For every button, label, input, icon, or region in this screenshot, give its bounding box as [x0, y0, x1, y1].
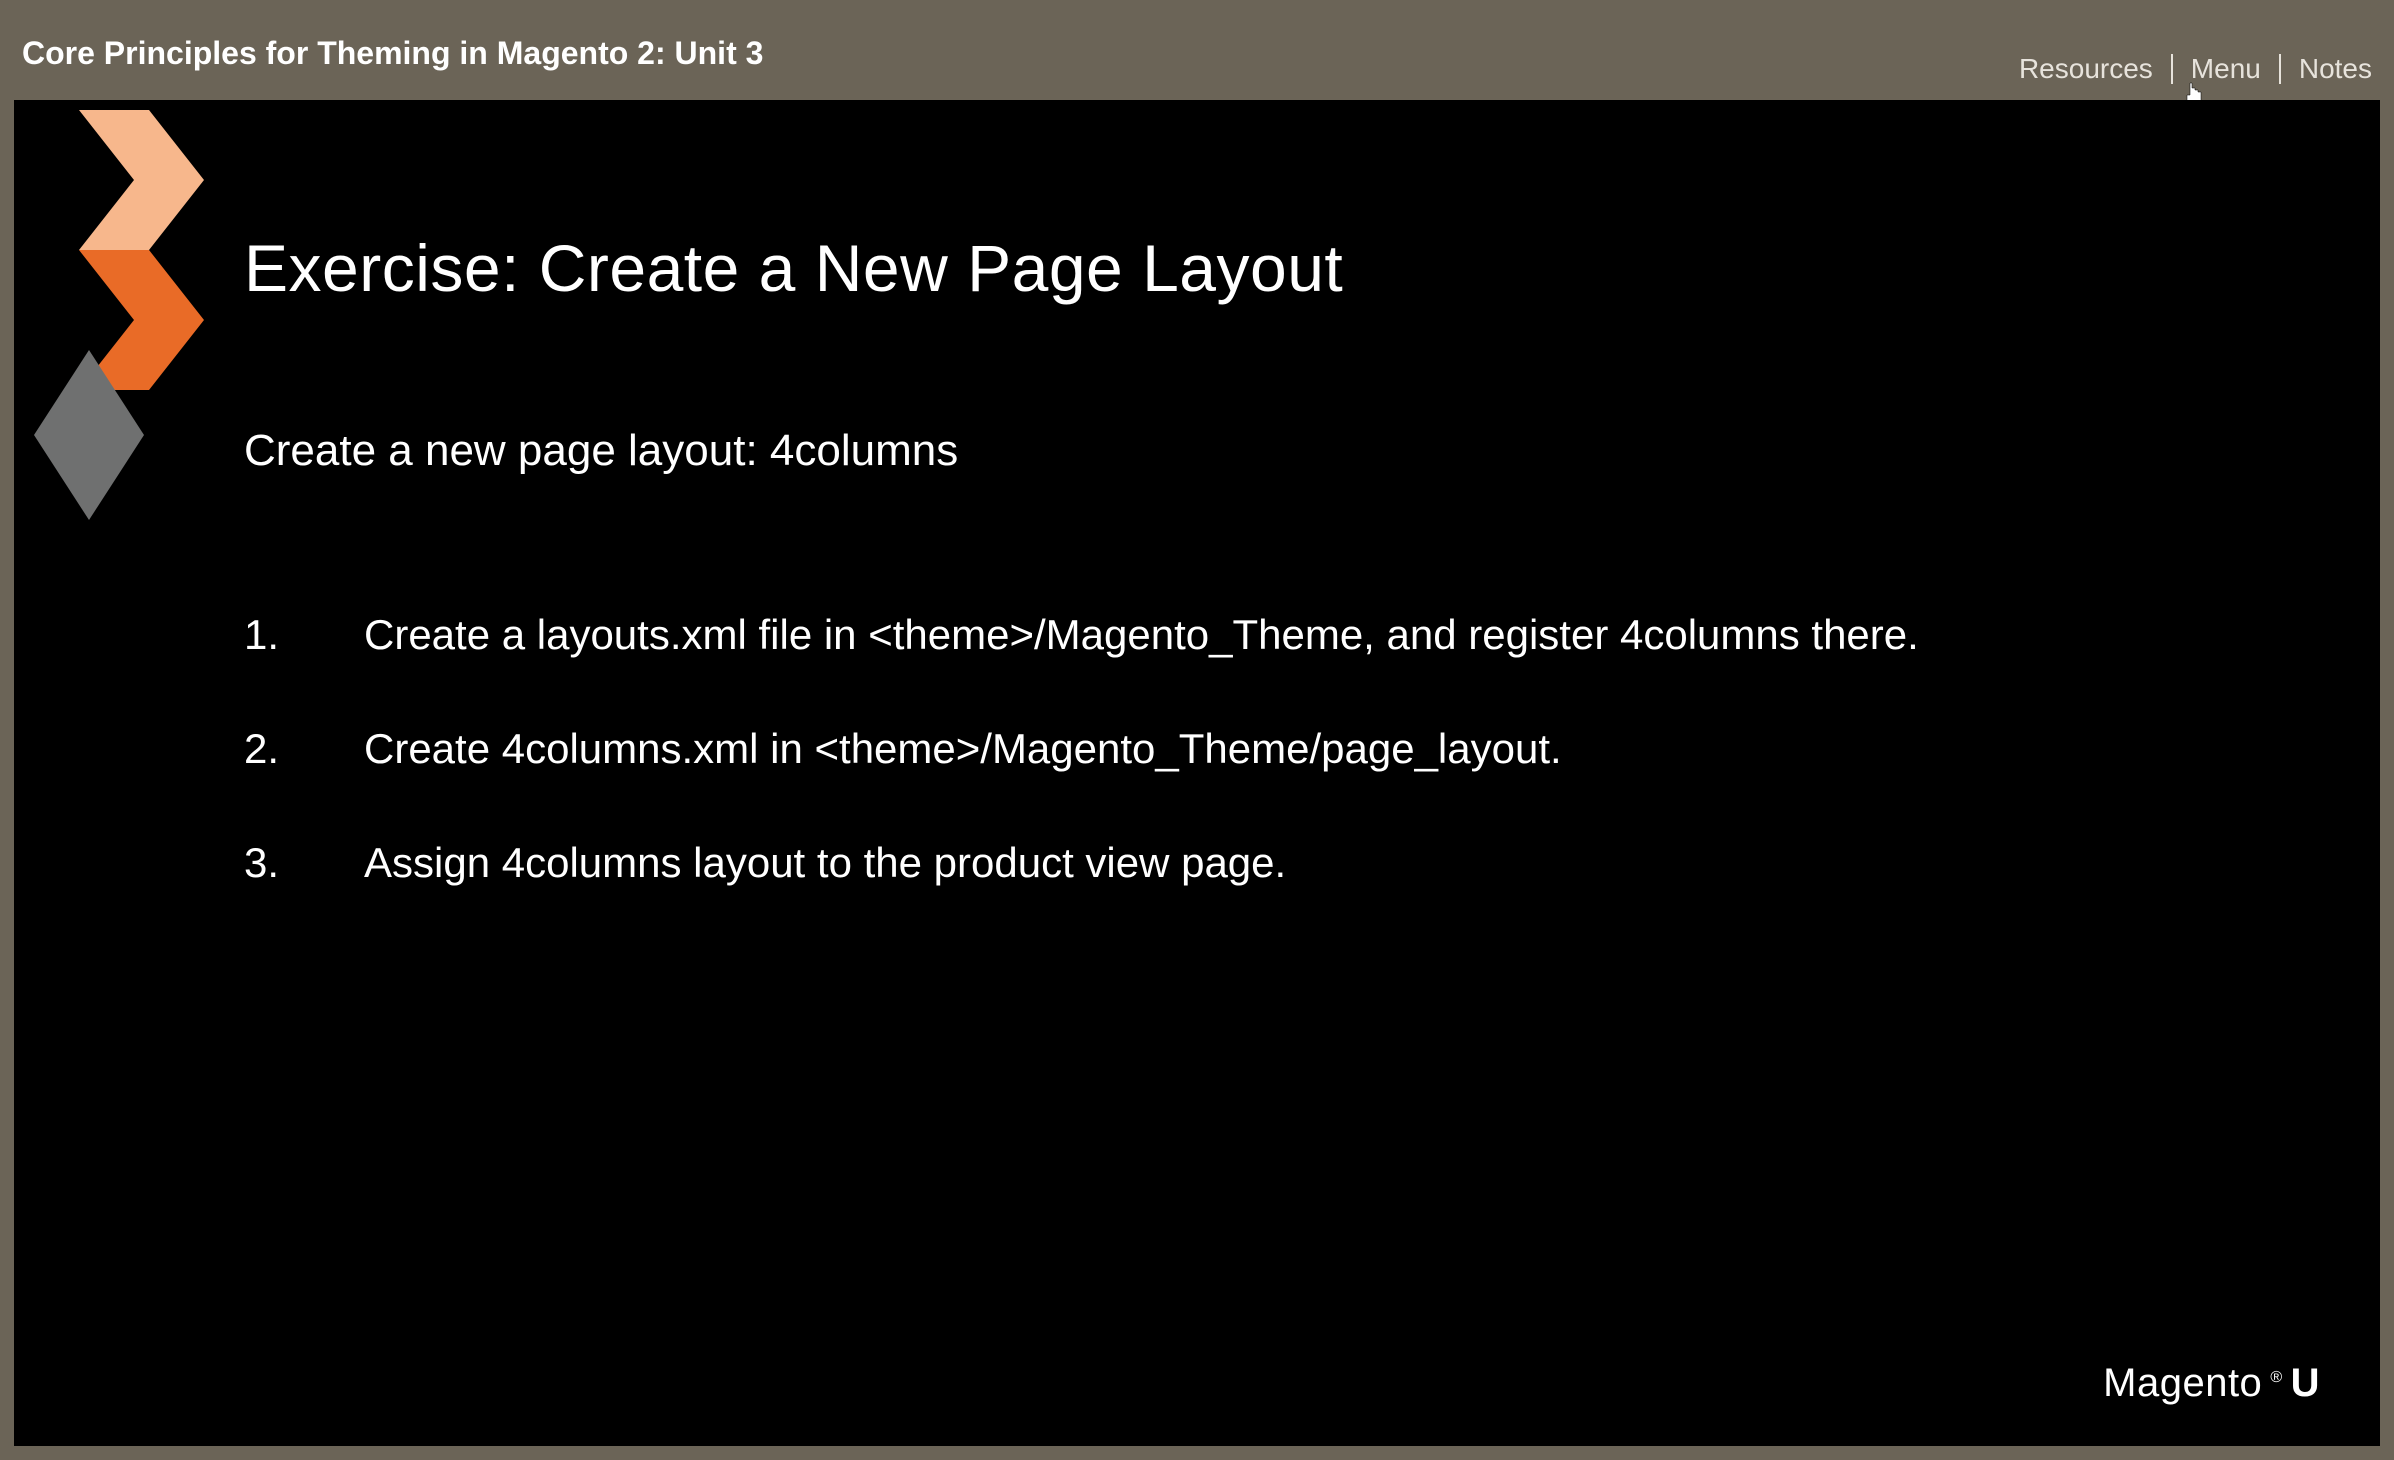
resources-link[interactable]: Resources	[2019, 53, 2153, 85]
top-links: Resources Menu Notes	[2019, 53, 2372, 85]
topbar: Core Principles for Theming in Magento 2…	[0, 0, 2394, 98]
brand-footer: Magento ® U	[2103, 1361, 2320, 1406]
menu-link[interactable]: Menu	[2191, 53, 2261, 85]
course-title: Core Principles for Theming in Magento 2…	[22, 35, 763, 72]
link-divider	[2171, 54, 2173, 84]
brand-name: Magento	[2103, 1361, 2262, 1406]
brand-suffix: U	[2291, 1361, 2320, 1406]
slide-subheading: Create a new page layout: 4columns	[244, 426, 2320, 476]
steps-list: Create a layouts.xml file in <theme>/Mag…	[244, 606, 2320, 892]
registered-icon: ®	[2270, 1369, 2282, 1387]
notes-link[interactable]: Notes	[2299, 53, 2372, 85]
list-item: Create 4columns.xml in <theme>/Magento_T…	[244, 720, 2320, 779]
magento-logo-icon	[34, 100, 204, 540]
list-item: Create a layouts.xml file in <theme>/Mag…	[244, 606, 2320, 665]
slide-content: Exercise: Create a New Page Layout Creat…	[244, 230, 2320, 947]
slide-area: Exercise: Create a New Page Layout Creat…	[14, 100, 2380, 1446]
slide-heading: Exercise: Create a New Page Layout	[244, 230, 2320, 306]
list-item: Assign 4columns layout to the product vi…	[244, 834, 2320, 893]
link-divider	[2279, 54, 2281, 84]
